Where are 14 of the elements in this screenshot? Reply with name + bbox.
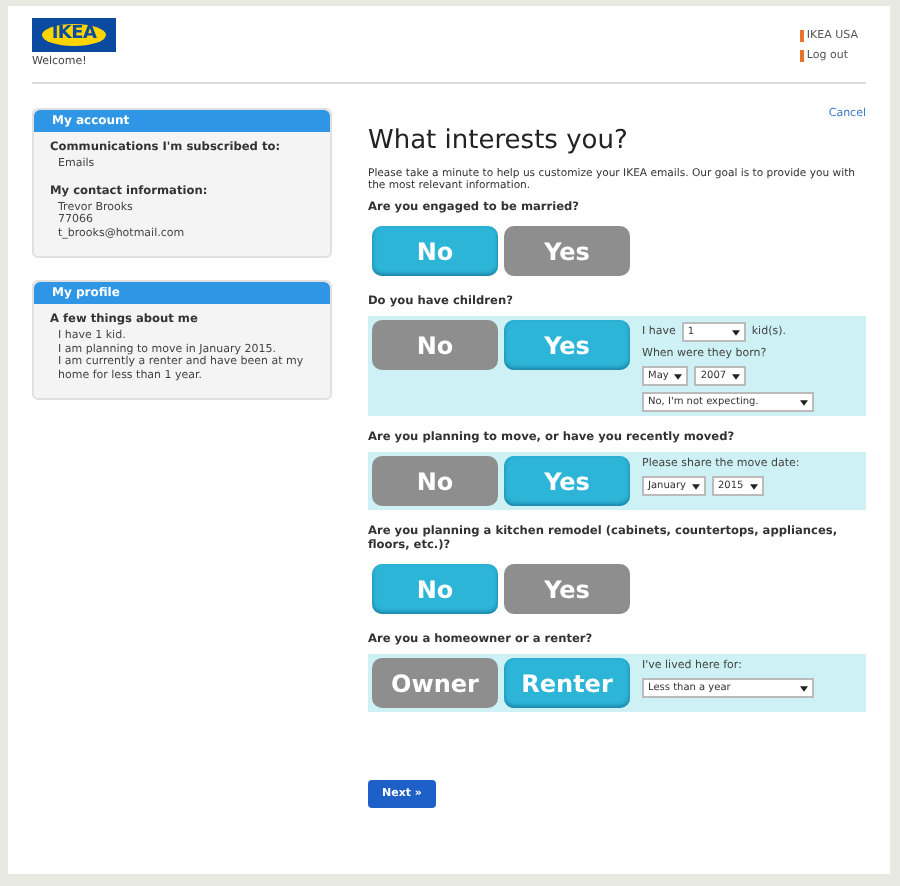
caret-icon [800,399,808,405]
caret-icon [749,483,758,489]
choice-button[interactable]: No [372,456,498,506]
choice-button[interactable]: Owner [372,658,498,708]
caret-icon [674,373,683,379]
caret-icon [800,685,808,691]
caret-icon [691,483,700,489]
page-title: What interests you? [368,126,630,156]
choice-button[interactable]: Yes [504,564,630,614]
choice-button[interactable]: Yes [504,226,630,276]
logo[interactable]: IKEA [32,18,116,52]
choice-button[interactable]: No [372,320,498,370]
caret-icon [731,329,740,335]
caret-icon [732,373,741,379]
